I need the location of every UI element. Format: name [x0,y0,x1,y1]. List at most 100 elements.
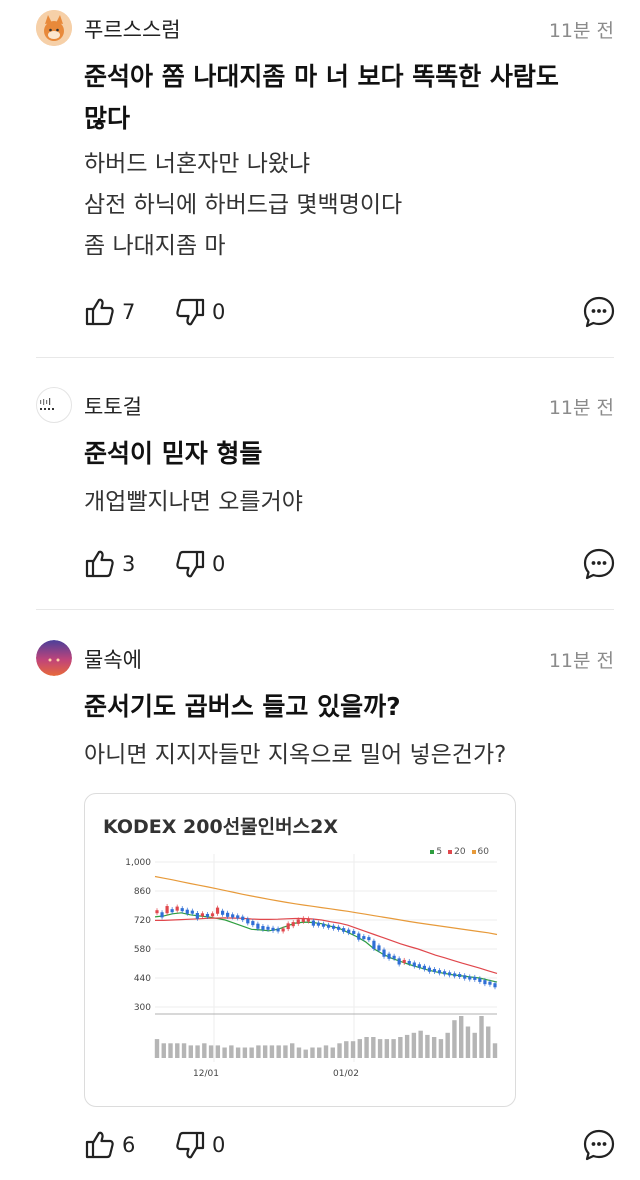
candle-body [231,914,235,918]
candle-body [160,912,164,918]
candle-body [291,922,295,927]
like-count: 7 [122,300,136,324]
candle-body [412,962,416,967]
thumbs-down-icon [174,548,206,580]
nickname[interactable]: 푸르스스럼 [84,14,181,44]
candle-body [442,971,447,975]
volume-bar [492,1043,498,1058]
candle-body [377,945,381,951]
volume-bar [215,1045,221,1058]
candle-body [387,953,391,959]
volume-bar [195,1045,200,1058]
comment-body-line: 하버드 너혼자만 나왔냐 [84,151,311,177]
volume-bar [465,1026,471,1058]
volume-bar [290,1043,295,1058]
candle-body [251,921,255,926]
stock-chart-card[interactable]: KODEX 200선물인버스2X 5 20 60 1,000 860 720 580 4… [84,793,516,1107]
volume-bar [208,1045,214,1058]
avatar[interactable] [36,10,72,46]
candle-body [256,923,260,929]
chat-bubble-more-icon [583,1129,615,1161]
candle-body [402,959,406,963]
candle-body [347,929,351,934]
avatar[interactable] [36,387,72,423]
comment-body: 개업빨지나면 오를거야 [84,482,303,523]
comment-body-line: 삼전 하닉에 하버드급 몇백명이다 [84,192,403,218]
volume-bar [235,1047,241,1058]
like-button[interactable]: 3 [84,546,135,582]
chat-bubble-more-icon [583,296,615,328]
candle-body [326,924,331,928]
candle-body [407,960,411,964]
candle-body [357,933,361,940]
dislike-count: 0 [212,1133,226,1157]
candle-body [372,940,376,949]
avatar[interactable] [36,640,72,676]
thumbs-up-icon [84,1129,116,1161]
candle-body [276,928,280,932]
volume-bar [350,1041,356,1058]
y-tick-label: 300 [134,1003,151,1013]
candle-body [246,918,250,924]
volume-bar [438,1039,444,1058]
like-button[interactable]: 6 [84,1127,135,1163]
candle-body [175,906,179,911]
volume-bar [222,1047,227,1058]
chat-bubble-more-icon [583,548,615,580]
dislike-count: 0 [212,300,226,324]
candle-body [493,983,497,988]
volume-bar [377,1039,383,1058]
comment-body-line: 개업빨지나면 오를거야 [84,489,303,515]
candle-body [165,906,169,914]
dislike-button[interactable]: 0 [174,546,225,582]
volume-bar [344,1041,349,1058]
candle-body [437,970,442,974]
timestamp: 11분 전 [548,20,614,42]
volume-bar [154,1039,160,1058]
y-tick-label: 440 [134,974,151,984]
volume-bar [249,1047,254,1058]
comment-title: 준석아 쫌 나대지좀 마 너 보다 똑똑한 사람도 많다 [84,56,559,140]
volume-bar [418,1030,423,1058]
comment-body: 하버드 너혼자만 나왔냐 삼전 하닉에 하버드급 몇백명이다 좀 나대지좀 마 [84,144,402,267]
thumbs-down-icon [174,1129,206,1161]
x-tick-label: 12/01 [193,1069,219,1079]
comment-header: 물속에 11분 전 [36,638,614,678]
candle-body [488,981,492,985]
candle-body [180,908,184,912]
volume-bar [161,1043,166,1058]
volume-bar [486,1026,491,1058]
volume-bar [452,1020,457,1058]
volume-bar [411,1032,417,1058]
candle-body [185,909,189,914]
volume-bar [168,1043,173,1058]
volume-bar [188,1045,193,1058]
comment-body-line: 아니면 지지자들만 지옥으로 밀어 넣은건가? [84,742,507,768]
candle-body [352,930,356,934]
comment-1: 푸르스스럼 11분 전 준석아 쫌 나대지좀 마 너 보다 똑똑한 사람도 많다… [36,0,616,330]
like-button[interactable]: 7 [84,294,135,330]
candle-body [478,978,482,982]
nickname[interactable]: 토토걸 [84,391,142,421]
series-line-ma60 [154,875,498,936]
y-tick-label: 720 [134,916,151,926]
volume-bar [269,1045,275,1058]
comment-title-line: 준서기도 곱버스 들고 있을까? [84,692,401,721]
dislike-button[interactable]: 0 [174,294,225,330]
more-options-button[interactable] [582,547,616,581]
volume-bar [330,1047,335,1058]
volume-bar [262,1045,268,1058]
candle-body [215,907,220,914]
candle-body [397,958,401,965]
comment-title-line: 많다 [84,104,131,133]
more-options-button[interactable] [582,1128,616,1162]
dislike-button[interactable]: 0 [174,1127,225,1163]
nickname[interactable]: 물속에 [84,644,142,674]
volume-bar [479,1016,484,1058]
more-options-button[interactable] [582,295,616,329]
volume-bar [364,1037,369,1058]
volume-bar [317,1047,322,1058]
comment-header: 토토걸 11분 전 [36,385,614,425]
candle-body [483,980,487,985]
volume-bar [310,1047,315,1058]
